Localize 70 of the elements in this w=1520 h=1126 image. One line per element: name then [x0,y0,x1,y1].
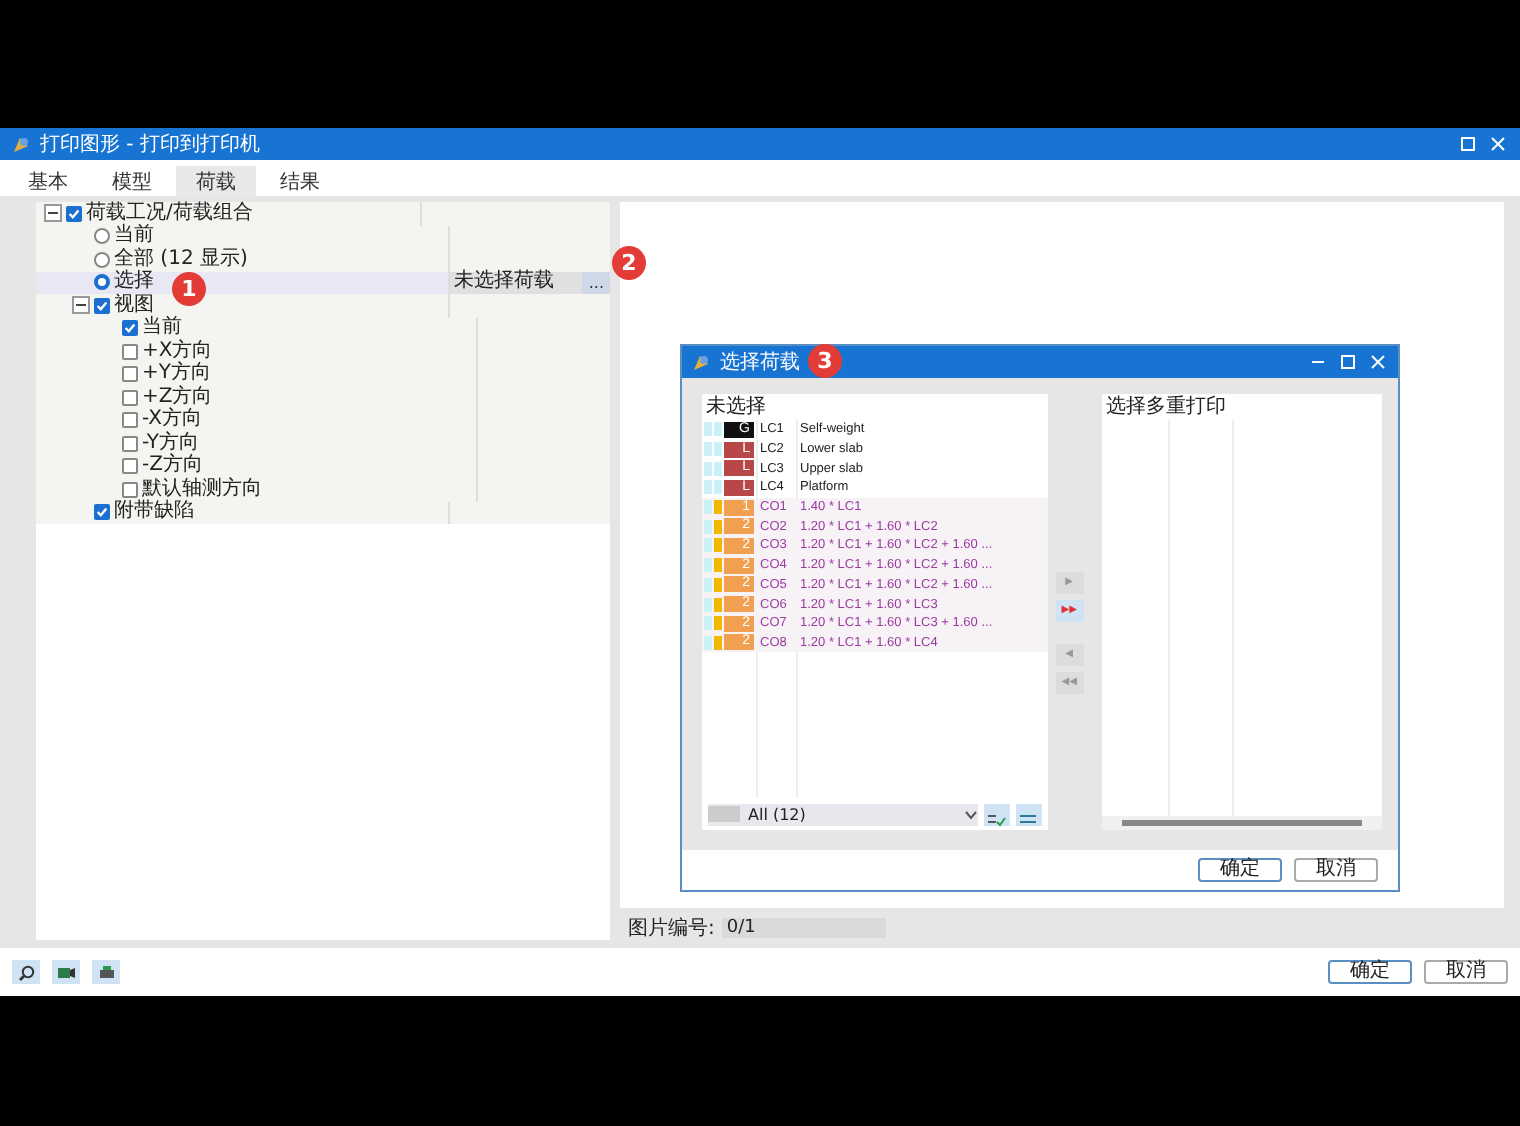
tree-row[interactable]: +Z方向 [36,386,610,409]
tree-row[interactable]: +Y方向 [36,363,610,386]
checkbox[interactable] [122,412,138,429]
tree-label: 当前 [142,318,182,339]
tree-row[interactable]: 当前 [36,225,610,248]
printer-icon[interactable] [92,960,120,984]
load-value: 未选择荷载 [454,272,556,293]
close-icon[interactable] [1488,134,1508,154]
dialog-title: 选择荷载 [720,349,800,376]
camera-icon[interactable] [52,960,80,984]
filter-dropdown[interactable]: All (12) [708,803,978,825]
tree-label: -Z方向 [142,456,203,477]
tree-label: 全部 (12 显示) [114,249,248,270]
tree-row[interactable]: -Z方向 [36,455,610,478]
image-number-label: 图片编号: [628,915,715,941]
tree-label: 选择 [114,272,154,293]
app-icon [12,135,30,153]
window-title: 打印图形 - 打印到打印机 [40,131,260,158]
collapse-icon[interactable] [44,204,62,223]
tree-row[interactable]: -X方向 [36,409,610,432]
radio-button[interactable] [94,274,110,291]
maximize-icon[interactable] [1458,134,1478,154]
tree-label: 荷载工况/荷载组合 [86,203,253,224]
list-options-icon[interactable] [1015,803,1042,825]
checkbox[interactable] [66,205,82,222]
tree-label: -Y方向 [142,433,200,454]
close-icon[interactable] [1368,352,1388,372]
scrollbar-thumb[interactable] [1122,820,1362,826]
collapse-icon[interactable] [72,296,90,315]
ok-button[interactable]: 确定 [1198,858,1282,882]
tree-label: +X方向 [142,341,213,362]
checkbox[interactable] [122,343,138,360]
tree-row[interactable]: 默认轴测方向 [36,478,610,501]
tree-label: 默认轴测方向 [142,479,262,500]
tree-row[interactable]: 全部 (12 显示) [36,248,610,271]
tree-label: -X方向 [142,410,202,431]
zoom-icon[interactable] [12,960,40,984]
list-header: 未选择 [704,394,768,420]
tree-label: 附带缺陷 [114,502,194,523]
tree-row[interactable]: 当前 [36,317,610,340]
checkbox[interactable] [94,504,110,521]
maximize-icon[interactable] [1338,352,1358,372]
cancel-button[interactable]: 取消 [1294,858,1378,882]
browse-button[interactable]: ... [582,271,610,294]
image-number-value: 0/1 [722,917,887,937]
list-header: 选择多重打印 [1104,394,1228,420]
checkbox[interactable] [122,389,138,406]
radio-button[interactable] [94,228,110,245]
checkbox[interactable] [122,366,138,383]
caret-icon [963,809,978,819]
checkbox[interactable] [94,297,110,314]
app-icon [692,353,710,371]
ok-button[interactable]: 确定 [1328,960,1412,984]
checkbox[interactable] [122,481,138,498]
tab[interactable]: 荷载 [176,166,256,196]
tree-row[interactable]: 视图 [36,294,610,317]
tree-label: 当前 [114,226,154,247]
tree-label: 视图 [114,295,154,316]
cancel-button[interactable]: 取消 [1424,960,1508,984]
checkbox[interactable] [122,320,138,337]
tree-row[interactable]: 附带缺陷 [36,501,610,524]
checkbox[interactable] [122,458,138,475]
tree-label: +Y方向 [142,364,211,385]
tree-row[interactable]: +X方向 [36,340,610,363]
radio-button[interactable] [94,251,110,268]
tree-label: +Z方向 [142,387,213,408]
select-all-icon[interactable] [983,803,1010,825]
tree-row[interactable]: -Y方向 [36,432,610,455]
checkbox[interactable] [122,435,138,452]
tree-row[interactable]: 荷载工况/荷载组合 [36,202,610,225]
